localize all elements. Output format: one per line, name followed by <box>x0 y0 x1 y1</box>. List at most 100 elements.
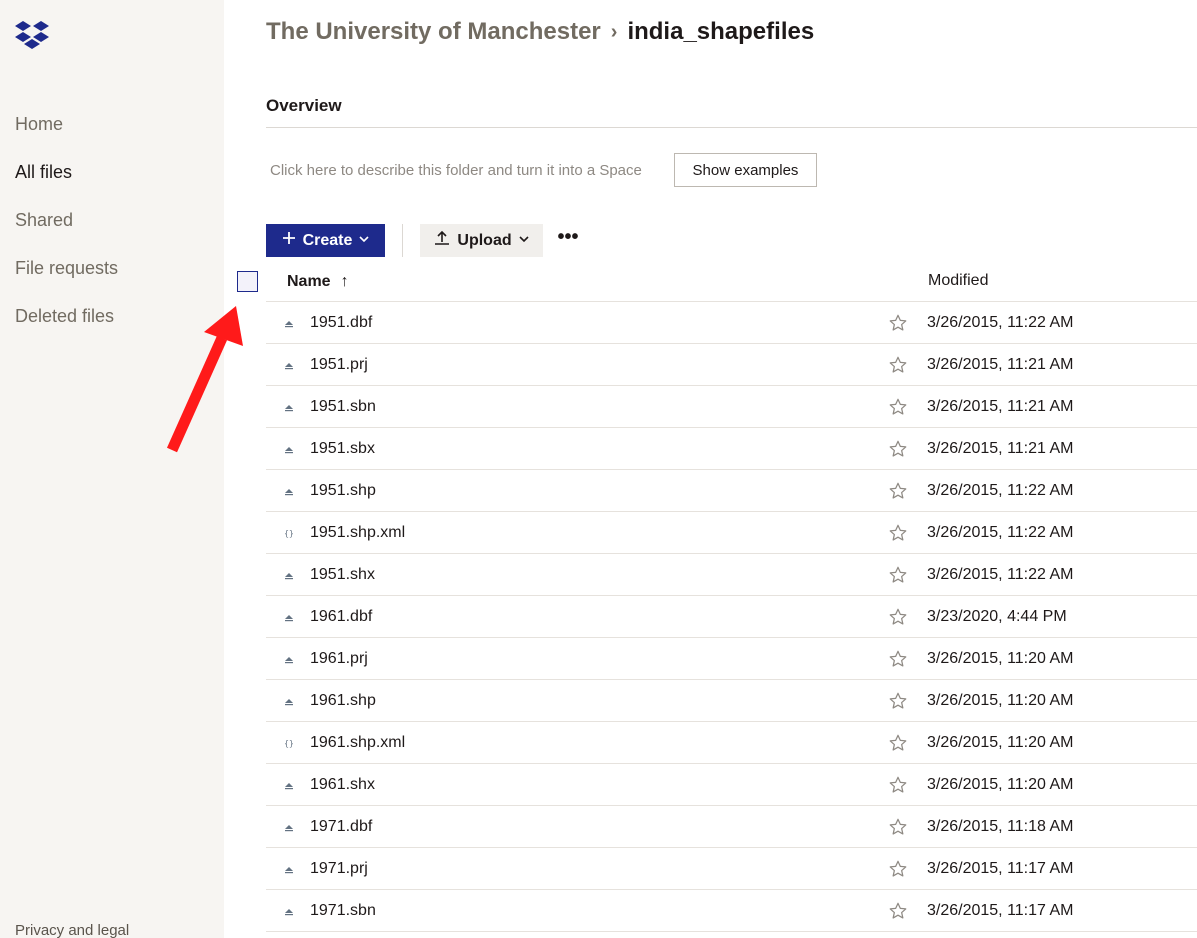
star-icon[interactable] <box>888 691 908 711</box>
code-file-icon: {} <box>278 733 300 753</box>
create-button-label: Create <box>302 231 353 249</box>
sidebar: Home All files Shared File requests Dele… <box>0 0 224 938</box>
sort-arrow-up-icon: ↑ <box>340 273 349 290</box>
table-row[interactable]: {} 1951.shp.xml 3/26/2015, 11:22 AM <box>266 512 1197 554</box>
table-row[interactable]: 1971.prj 3/26/2015, 11:17 AM <box>266 848 1197 890</box>
star-icon[interactable] <box>888 733 908 753</box>
star-icon[interactable] <box>888 649 908 669</box>
modified-date: 3/26/2015, 11:18 AM <box>927 818 1074 835</box>
modified-date: 3/26/2015, 11:21 AM <box>927 398 1074 415</box>
file-icon <box>278 649 300 669</box>
svg-text:{}: {} <box>284 739 294 748</box>
table-row[interactable]: 1961.prj 3/26/2015, 11:20 AM <box>266 638 1197 680</box>
table-row[interactable]: 1951.shp 3/26/2015, 11:22 AM <box>266 470 1197 512</box>
file-icon <box>278 313 300 333</box>
modified-date: 3/26/2015, 11:17 AM <box>927 860 1074 877</box>
star-icon[interactable] <box>888 775 908 795</box>
modified-date: 3/26/2015, 11:22 AM <box>927 566 1074 583</box>
star-icon[interactable] <box>888 523 908 543</box>
breadcrumb: The University of Manchester › india_sha… <box>266 18 814 46</box>
star-icon[interactable] <box>888 859 908 879</box>
table-row[interactable]: 1961.dbf 3/23/2020, 4:44 PM <box>266 596 1197 638</box>
star-icon[interactable] <box>888 901 908 921</box>
star-icon[interactable] <box>888 313 908 333</box>
file-icon <box>278 565 300 585</box>
file-name[interactable]: 1951.sbx <box>310 440 375 458</box>
star-icon[interactable] <box>888 439 908 459</box>
file-name[interactable]: 1961.prj <box>310 650 368 668</box>
modified-date: 3/26/2015, 11:17 AM <box>927 902 1074 919</box>
select-all-checkbox[interactable] <box>237 271 258 292</box>
sidebar-item-file-requests[interactable]: File requests <box>15 258 118 279</box>
sidebar-item-home[interactable]: Home <box>15 114 63 135</box>
star-icon[interactable] <box>888 355 908 375</box>
table-row[interactable]: {} 1961.shp.xml 3/26/2015, 11:20 AM <box>266 722 1197 764</box>
folder-description-input[interactable]: Click here to describe this folder and t… <box>270 162 642 179</box>
file-name[interactable]: 1971.dbf <box>310 818 372 836</box>
upload-button[interactable]: Upload <box>420 224 543 257</box>
svg-text:{}: {} <box>284 529 294 538</box>
create-button[interactable]: Create <box>266 224 385 257</box>
table-row[interactable]: 1951.prj 3/26/2015, 11:21 AM <box>266 344 1197 386</box>
file-icon <box>278 481 300 501</box>
modified-date: 3/26/2015, 11:22 AM <box>927 524 1074 541</box>
modified-date: 3/26/2015, 11:20 AM <box>927 650 1074 667</box>
file-icon <box>278 775 300 795</box>
breadcrumb-parent[interactable]: The University of Manchester <box>266 18 601 46</box>
file-name[interactable]: 1961.shp.xml <box>310 734 405 752</box>
table-row[interactable]: 1961.shp 3/26/2015, 11:20 AM <box>266 680 1197 722</box>
modified-date: 3/26/2015, 11:22 AM <box>927 314 1074 331</box>
file-name[interactable]: 1951.prj <box>310 356 368 374</box>
page-title: india_shapefiles <box>627 18 815 45</box>
table-row[interactable]: 1971.sbn 3/26/2015, 11:17 AM <box>266 890 1197 932</box>
file-icon <box>278 817 300 837</box>
table-row[interactable]: 1951.sbn 3/26/2015, 11:21 AM <box>266 386 1197 428</box>
file-name[interactable]: 1951.sbn <box>310 398 376 416</box>
modified-date: 3/26/2015, 11:20 AM <box>927 734 1074 751</box>
file-icon <box>278 397 300 417</box>
column-header-modified[interactable]: Modified <box>928 272 988 290</box>
file-name[interactable]: 1951.shx <box>310 566 375 584</box>
star-icon[interactable] <box>888 607 908 627</box>
file-name[interactable]: 1971.sbn <box>310 902 376 920</box>
star-icon[interactable] <box>888 817 908 837</box>
dropbox-logo-icon[interactable] <box>14 20 50 52</box>
modified-date: 3/26/2015, 11:22 AM <box>927 482 1074 499</box>
file-name[interactable]: 1961.dbf <box>310 608 372 626</box>
file-name[interactable]: 1951.dbf <box>310 314 372 332</box>
file-list: 1951.dbf 3/26/2015, 11:22 AM 1951.prj 3/26/… <box>266 302 1197 932</box>
sidebar-item-all-files[interactable]: All files <box>15 162 72 183</box>
chevron-down-icon <box>358 232 370 250</box>
breadcrumb-separator: › <box>610 20 618 43</box>
divider <box>266 127 1197 128</box>
chevron-down-icon <box>518 232 530 250</box>
file-name[interactable]: 1961.shx <box>310 776 375 794</box>
star-icon[interactable] <box>888 565 908 585</box>
table-row[interactable]: 1951.sbx 3/26/2015, 11:21 AM <box>266 428 1197 470</box>
privacy-legal-link[interactable]: Privacy and legal <box>15 922 129 938</box>
file-icon <box>278 859 300 879</box>
file-name[interactable]: 1961.shp <box>310 692 376 710</box>
file-name[interactable]: 1971.prj <box>310 860 368 878</box>
file-icon <box>278 901 300 921</box>
table-row[interactable]: 1961.shx 3/26/2015, 11:20 AM <box>266 764 1197 806</box>
star-icon[interactable] <box>888 397 908 417</box>
sidebar-item-deleted-files[interactable]: Deleted files <box>15 306 114 327</box>
table-row[interactable]: 1951.shx 3/26/2015, 11:22 AM <box>266 554 1197 596</box>
modified-date: 3/23/2020, 4:44 PM <box>927 608 1067 625</box>
file-icon <box>278 607 300 627</box>
file-icon <box>278 439 300 459</box>
show-examples-button[interactable]: Show examples <box>674 153 817 187</box>
file-name[interactable]: 1951.shp <box>310 482 376 500</box>
star-icon[interactable] <box>888 481 908 501</box>
column-header-name[interactable]: Name ↑ <box>287 273 349 291</box>
modified-date: 3/26/2015, 11:21 AM <box>927 356 1074 373</box>
tab-overview[interactable]: Overview <box>266 96 342 116</box>
upload-icon <box>433 230 451 251</box>
table-row[interactable]: 1971.dbf 3/26/2015, 11:18 AM <box>266 806 1197 848</box>
table-row[interactable]: 1951.dbf 3/26/2015, 11:22 AM <box>266 302 1197 344</box>
file-name[interactable]: 1951.shp.xml <box>310 524 405 542</box>
sidebar-item-shared[interactable]: Shared <box>15 210 73 231</box>
modified-date: 3/26/2015, 11:21 AM <box>927 440 1074 457</box>
more-options-icon[interactable]: ••• <box>554 227 582 252</box>
